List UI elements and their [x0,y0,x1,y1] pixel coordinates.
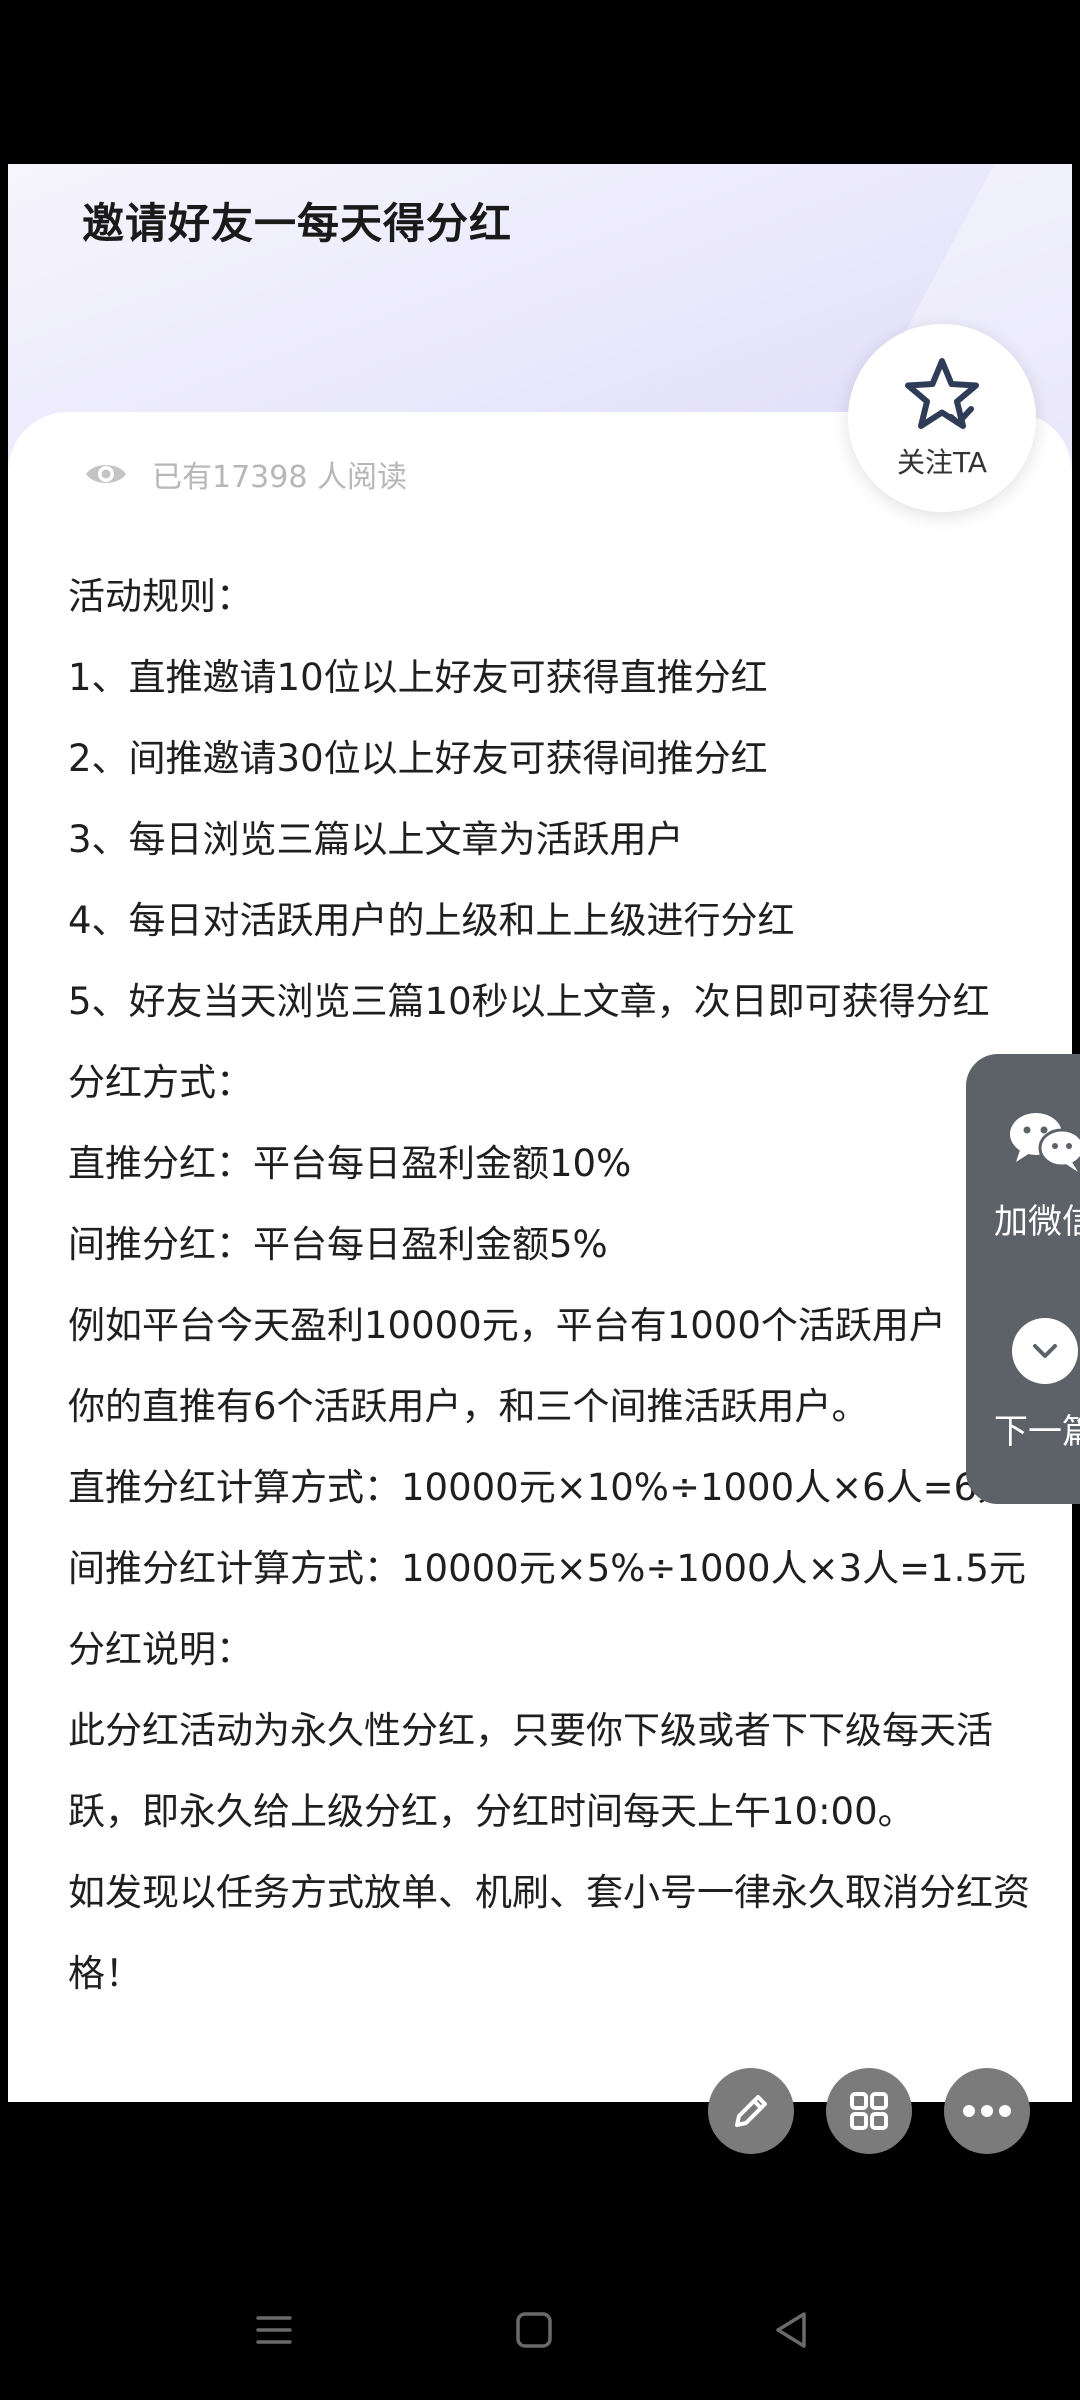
method-direct: 直推分红：平台每日盈利金额10% [68,1142,632,1185]
read-count: 已有17398 人阅读 [152,460,407,495]
back-icon[interactable] [772,2310,812,2350]
next-article-button[interactable] [1012,1318,1078,1384]
eye-icon [86,465,126,483]
article-title: 邀请好友一每天得分红 [82,199,513,248]
calc-direct: 直推分红计算方式：10000元×10%÷1000人×6人=6元 [68,1466,1015,1509]
rule-2: 2、间推邀请30位以上好友可获得间推分红 [68,737,768,780]
menu-icon[interactable] [254,2310,294,2350]
more-button[interactable] [944,2068,1030,2154]
pencil-icon [735,2095,767,2127]
article-body: 活动规则： 1、直推邀请10位以上好友可获得直推分红 2、间推邀请30位以上好友… [68,556,1058,2014]
follow-button[interactable]: 关注TA [848,324,1036,512]
rule-4: 4、每日对活跃用户的上级和上上级进行分红 [68,899,795,942]
notes-text: 此分红活动为永久性分红，只要你下级或者下下级每天活跃，即永久给上级分红，分红时间… [68,1709,993,1833]
method-indirect: 间推分红：平台每日盈利金额5% [68,1223,608,1266]
rule-5: 5、好友当天浏览三篇10秒以上文章，次日即可获得分红 [68,980,990,1023]
follow-label: 关注TA [896,446,988,479]
grid-menu-button[interactable] [826,2068,912,2154]
rule-1: 1、直推邀请10位以上好友可获得直推分红 [68,656,768,699]
more-icon [963,2105,1011,2117]
article-page: 邀请好友一每天得分红 已有17398 人阅读 关注TA 活动规则： 1、直推邀请… [8,164,1072,2102]
notes-heading: 分红说明： [68,1628,253,1671]
edit-button[interactable] [708,2068,794,2154]
chevron-down-icon [1033,1344,1057,1358]
wechat-icon[interactable] [1006,1106,1080,1176]
rule-3: 3、每日浏览三篇以上文章为活跃用户 [68,818,684,861]
method-heading: 分红方式： [68,1061,253,1104]
add-wechat-label[interactable]: 加微信 [994,1194,1080,1243]
rules-heading: 活动规则： [68,575,253,618]
star-icon [905,358,979,429]
example-line-1: 例如平台今天盈利10000元，平台有1000个活跃用户 [68,1304,946,1347]
next-article-label[interactable]: 下一篇 [994,1404,1080,1453]
home-icon[interactable] [514,2310,554,2350]
read-count-row: 已有17398 人阅读 [82,444,407,504]
grid-icon [850,2092,888,2130]
side-action-panel: 加微信 下一篇 [966,1054,1080,1504]
calc-indirect: 间推分红计算方式：10000元×5%÷1000人×3人=1.5元 [68,1547,1026,1590]
example-line-2: 你的直推有6个活跃用户，和三个间推活跃用户。 [68,1385,869,1428]
warning-text: 如发现以任务方式放单、机刷、套小号一律永久取消分红资格！ [68,1871,1030,1995]
